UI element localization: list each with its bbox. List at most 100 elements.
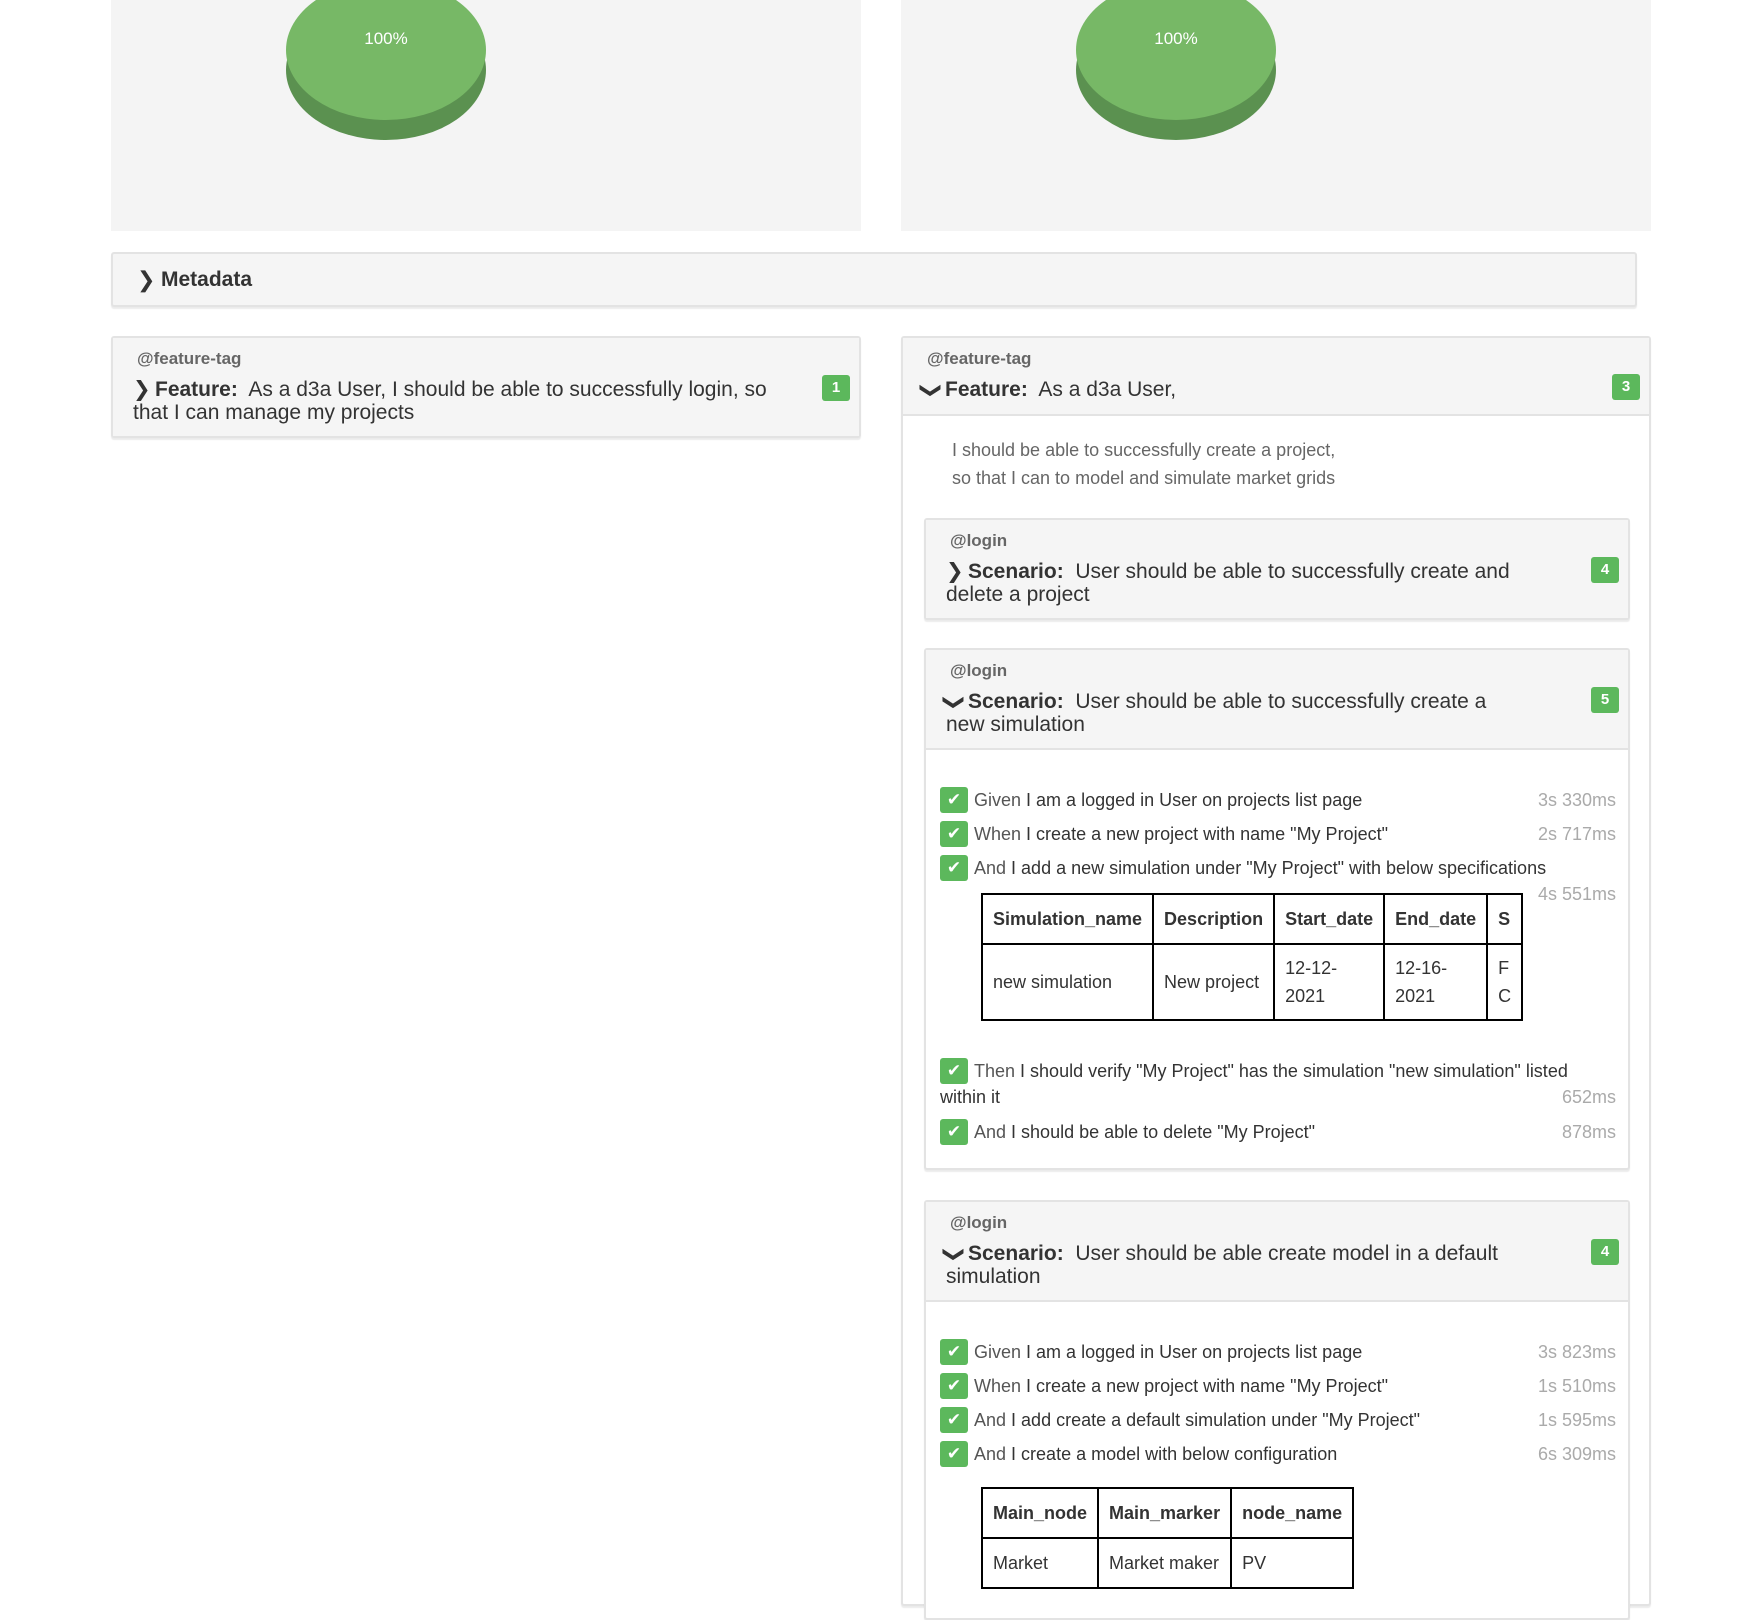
scenario-keyword: Scenario: <box>968 690 1064 713</box>
table-row: new simulation New project 12-12- 2021 12… <box>981 943 1524 1021</box>
feature-header[interactable]: @feature-tag ❯ Feature: As a d3a User, I … <box>113 338 859 436</box>
scenario-panel[interactable]: @login ❯ Scenario: User should be able to… <box>924 518 1630 620</box>
check-icon: ✔ <box>940 787 968 813</box>
scenario-title-line1: User should be able create model in a de… <box>1075 1242 1498 1265</box>
table-header-row: Simulation_name Description Start_date E… <box>981 893 1524 945</box>
table-cell: 12-16- 2021 <box>1383 943 1489 1021</box>
cell-line: F <box>1498 958 1510 978</box>
chevron-right-icon: ❯ <box>946 560 964 583</box>
pie-chart: 100% <box>286 0 486 162</box>
table-header-cell: Description <box>1152 893 1276 945</box>
scenario-title-line1: User should be able to successfully crea… <box>1075 560 1510 583</box>
step-row: ✔ When I create a new project with name "… <box>940 1373 1616 1399</box>
step-text: I create a model with below configuratio… <box>1011 1444 1338 1464</box>
step-keyword: Then <box>974 1061 1016 1081</box>
table-cell: new simulation <box>981 943 1155 1021</box>
step-duration: 878ms <box>1561 1122 1616 1142</box>
step-count-badge: 4 <box>1591 557 1619 583</box>
table-cell: New project <box>1152 943 1276 1021</box>
feature-keyword: Feature: <box>155 378 238 401</box>
step-row: ✔ And I create a model with below configu… <box>940 1441 1616 1467</box>
check-icon: ✔ <box>940 1058 968 1084</box>
step-duration: 3s 330ms <box>1537 790 1616 810</box>
feature-header[interactable]: @feature-tag ❯ Feature: As a d3a User, 3 <box>903 338 1649 416</box>
table-header-cell: node_name <box>1230 1487 1355 1539</box>
scenario-title-line1: User should be able to successfully crea… <box>1075 690 1487 713</box>
step-keyword: When <box>974 824 1022 844</box>
step-keyword: When <box>974 1376 1022 1396</box>
step-keyword: Given <box>974 790 1022 810</box>
step-row: ✔ And I add create a default simulation u… <box>940 1407 1616 1433</box>
scenario-title-line2: delete a project <box>946 583 1090 606</box>
table-header-cell: Start_date <box>1273 893 1386 945</box>
table-cell: 12-12- 2021 <box>1273 943 1386 1021</box>
step-row: ✔ And I should be able to delete "My Proj… <box>940 1119 1616 1145</box>
scenario-title-line2: simulation <box>946 1265 1041 1288</box>
step-duration: 3s 823ms <box>1537 1342 1616 1362</box>
cell-line: 2021 <box>1285 986 1326 1006</box>
cell-line: 12-12- <box>1285 958 1338 978</box>
chart-panel-left: 100% <box>111 0 861 231</box>
cell-line: C <box>1498 986 1512 1006</box>
feature-description: I should be able to successfully create … <box>952 436 1335 492</box>
step-text: I should be able to delete "My Project" <box>1011 1122 1315 1142</box>
scenario-header[interactable]: @login ❯ Scenario: User should be able cr… <box>926 1202 1628 1302</box>
step-keyword: And <box>974 1410 1007 1430</box>
metadata-label: Metadata <box>161 268 253 291</box>
scenario-panel: @login ❯ Scenario: User should be able to… <box>924 648 1630 1170</box>
scenario-title: ❯ Scenario: User should be able to succes… <box>942 690 1596 736</box>
table-header-cell: Main_node <box>980 1487 1100 1539</box>
scenario-count-badge: 3 <box>1612 374 1640 400</box>
table-cell: Market <box>980 1537 1100 1589</box>
table-header-cell: S <box>1486 893 1524 945</box>
scenario-header[interactable]: @login ❯ Scenario: User should be able to… <box>926 650 1628 750</box>
step-count-badge: 4 <box>1591 1239 1619 1265</box>
feature-panel-login[interactable]: @feature-tag ❯ Feature: As a d3a User, I … <box>111 336 861 438</box>
chevron-down-icon: ❯ <box>942 693 966 712</box>
feature-tag: @feature-tag <box>927 349 1032 368</box>
chevron-right-icon: ❯ <box>133 378 151 401</box>
step-text: I create a new project with name "My Pro… <box>1026 824 1388 844</box>
chevron-right-icon: ❯ <box>137 267 156 292</box>
step-count-badge: 5 <box>1591 687 1619 713</box>
table-header-cell: End_date <box>1383 893 1489 945</box>
feature-panel-project: @feature-tag ❯ Feature: As a d3a User, 3 … <box>901 336 1651 1620</box>
table-cell: Market maker <box>1097 1537 1233 1589</box>
step-keyword: And <box>974 1444 1007 1464</box>
step-text: I add a new simulation under "My Project… <box>1011 858 1547 878</box>
step-text: I add create a default simulation under … <box>1011 1410 1421 1430</box>
step-keyword: And <box>974 1122 1007 1142</box>
feature-keyword: Feature: <box>945 378 1028 401</box>
cell-line: 2021 <box>1395 986 1436 1006</box>
chart-panel-right: 100% <box>901 0 1651 231</box>
scenario-count-badge: 1 <box>822 375 850 401</box>
table-header-cell: Simulation_name <box>981 893 1155 945</box>
chevron-down-icon: ❯ <box>919 381 943 400</box>
feature-title: ❯ Feature: As a d3a User, <box>919 378 1177 401</box>
step-duration: 652ms <box>1561 1087 1616 1107</box>
description-line: so that I can to model and simulate mark… <box>952 468 1336 488</box>
step-duration: 4s 551ms <box>1537 884 1616 904</box>
table-header-row: Main_node Main_marker node_name <box>980 1487 1355 1539</box>
metadata-panel[interactable]: ❯ Metadata <box>111 252 1637 307</box>
check-icon: ✔ <box>940 855 968 881</box>
check-icon: ✔ <box>940 1441 968 1467</box>
step-duration: 2s 717ms <box>1537 824 1616 844</box>
step-text: I should verify "My Project" has the sim… <box>1020 1061 1568 1081</box>
feature-tag: @feature-tag <box>137 349 242 368</box>
step-text-continued: within it <box>940 1087 1001 1107</box>
data-table: Simulation_name Description Start_date E… <box>981 893 1524 1021</box>
feature-title-line1: As a d3a User, I should be able to succe… <box>248 378 767 401</box>
data-table-wrapper[interactable]: Simulation_name Description Start_date E… <box>981 893 1533 1023</box>
chevron-down-icon: ❯ <box>942 1245 966 1264</box>
scenario-header[interactable]: @login ❯ Scenario: User should be able to… <box>926 520 1628 618</box>
step-duration: 6s 309ms <box>1537 1444 1616 1464</box>
scenario-title: ❯ Scenario: User should be able to succes… <box>946 560 1596 606</box>
check-icon: ✔ <box>940 1119 968 1145</box>
table-header-cell: Main_marker <box>1097 1487 1233 1539</box>
feature-title: ❯ Feature: As a d3a User, I should be abl… <box>133 378 823 424</box>
check-icon: ✔ <box>940 821 968 847</box>
pie-label: 100% <box>1154 29 1198 48</box>
scenario-title-line2: new simulation <box>946 713 1085 736</box>
step-text: I am a logged in User on projects list p… <box>1026 1342 1363 1362</box>
